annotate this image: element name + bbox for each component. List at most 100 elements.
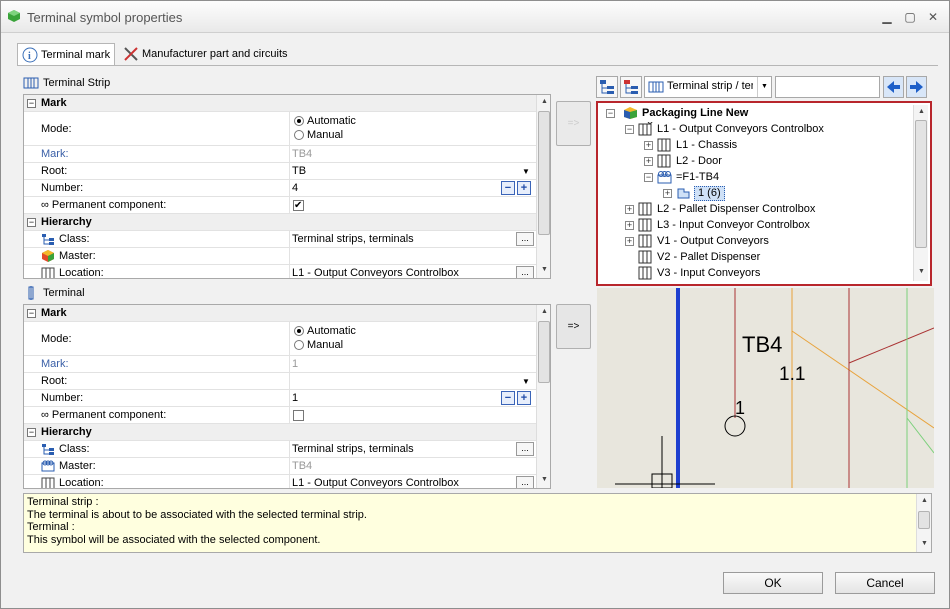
tree-scrollbar[interactable]: ▲ ▼ [913,105,928,281]
minimize-button[interactable]: ▁ [879,10,895,24]
class-tree-icon [42,233,54,245]
permanent-checkbox[interactable] [293,409,304,421]
class-browse-button[interactable]: ... [516,232,534,246]
component-tree: − Packaging Line New − L1 - Output Conve… [596,101,932,286]
tree-root-label: Packaging Line New [642,107,749,119]
tab-terminal-mark[interactable]: i Terminal mark [17,43,115,65]
tree-item-label: V2 - Pallet Dispenser [657,251,761,263]
master-row: Master: TB4 [24,458,537,475]
number-field[interactable]: 4 [289,180,537,197]
tree-filter-button[interactable] [620,76,642,98]
permanent-checkbox[interactable] [293,198,304,214]
scroll-down-icon[interactable]: ▼ [914,265,929,279]
decrement-button[interactable]: − [501,181,515,195]
scroll-thumb[interactable] [918,511,930,529]
hierarchy-group-row[interactable]: − Hierarchy [24,424,537,441]
cancel-button[interactable]: Cancel [835,572,935,594]
collapse-icon[interactable]: − [644,173,653,182]
number-field[interactable]: 1 [289,390,537,407]
mark-group-row[interactable]: − Mark [24,95,537,112]
permanent-label-text: Permanent component: [51,199,167,211]
info-scrollbar[interactable]: ▲ ▼ [916,494,931,552]
master-label-text: Master: [59,250,96,262]
terminal-strip-scrollbar[interactable]: ▲ ▼ [536,95,550,278]
location-label-text: Location: [59,477,104,489]
location-browse-button[interactable]: ... [516,476,534,488]
next-button[interactable] [906,76,927,98]
expand-icon[interactable]: + [625,205,634,214]
info-icon: i [22,47,38,63]
root-dropdown-icon[interactable]: ▼ [519,374,533,389]
scroll-up-icon[interactable]: ▲ [914,105,929,119]
scroll-down-icon[interactable]: ▼ [537,263,550,277]
location-row: Location: L1 - Output Conveyors Controlbo… [24,265,537,278]
root-field[interactable] [289,373,537,390]
collapse-icon[interactable]: − [27,428,36,437]
tree-item-label: =F1-TB4 [676,171,720,183]
scroll-up-icon[interactable]: ▲ [537,305,550,319]
window-title: Terminal symbol properties [27,10,183,25]
mode-value: Automatic Manual [289,322,537,356]
tree-connector [625,253,634,262]
master-label: Master: [38,458,287,475]
schematic-lines [615,288,934,488]
mode-label: Mode: [41,333,72,345]
expand-icon[interactable]: + [663,189,672,198]
terminal-scrollbar[interactable]: ▲ ▼ [536,305,550,488]
location-value: L1 - Output Conveyors Controlbox [289,265,537,278]
previous-button[interactable] [883,76,904,98]
tree-view-button[interactable] [596,76,618,98]
collapse-icon[interactable]: − [625,125,634,134]
root-row: Root: TB ▼ [24,163,537,180]
class-row: Class: Terminal strips, terminals... [24,441,537,458]
location-browse-button[interactable]: ... [516,266,534,278]
type-filter-dropdown[interactable]: Terminal strip / ten ▼ [644,76,772,98]
collapse-icon[interactable]: − [606,109,615,118]
scroll-down-icon[interactable]: ▼ [917,537,932,551]
expand-icon[interactable]: + [644,157,653,166]
ok-button[interactable]: OK [723,572,823,594]
root-row: Root: ▼ [24,373,537,390]
mark-label: Mark: [41,148,69,160]
mode-manual-radio[interactable]: Manual [294,128,356,142]
associate-strip-button[interactable]: => [556,101,591,146]
tree-search-input[interactable] [775,76,880,98]
increment-button[interactable]: + [517,391,531,405]
tab-manufacturer-part[interactable]: Manufacturer part and circuits [119,43,294,65]
arrow-left-icon [887,81,900,93]
tree-item-label: 1 (6) [694,186,725,201]
mark-group-row[interactable]: − Mark [24,305,537,322]
root-label: Root: [41,165,68,177]
restore-button[interactable]: ▢ [902,10,918,24]
decrement-button[interactable]: − [501,391,515,405]
scroll-thumb[interactable] [538,111,550,235]
mode-manual-radio[interactable]: Manual [294,338,356,352]
collapse-icon[interactable]: − [27,309,36,318]
root-dropdown-icon[interactable]: ▼ [519,164,533,179]
expand-icon[interactable]: + [644,141,653,150]
expand-icon[interactable]: + [625,221,634,230]
title-bar: Terminal symbol properties ▁ ▢ ✕ [1,1,949,33]
mode-automatic-radio[interactable]: Automatic [294,324,356,338]
expand-icon[interactable]: + [625,237,634,246]
scroll-down-icon[interactable]: ▼ [537,473,550,487]
scroll-up-icon[interactable]: ▲ [537,95,550,109]
increment-button[interactable]: + [517,181,531,195]
class-browse-button[interactable]: ... [516,442,534,456]
scroll-up-icon[interactable]: ▲ [917,494,932,508]
mode-automatic-radio[interactable]: Automatic [294,114,356,128]
terminal-title: Terminal [43,287,85,299]
hierarchy-group-row[interactable]: − Hierarchy [24,214,537,231]
terminal-icon [677,188,690,199]
master-label-text: Master: [59,460,96,472]
collapse-icon[interactable]: − [27,99,36,108]
scroll-thumb[interactable] [538,321,550,383]
root-field[interactable]: TB [289,163,537,180]
collapse-icon[interactable]: − [27,218,36,227]
associate-terminal-button[interactable]: => [556,304,591,349]
radio-icon [294,130,304,141]
scroll-thumb[interactable] [915,120,927,248]
chevron-down-icon[interactable]: ▼ [757,77,771,97]
radio-icon [294,340,304,351]
close-button[interactable]: ✕ [925,10,941,24]
